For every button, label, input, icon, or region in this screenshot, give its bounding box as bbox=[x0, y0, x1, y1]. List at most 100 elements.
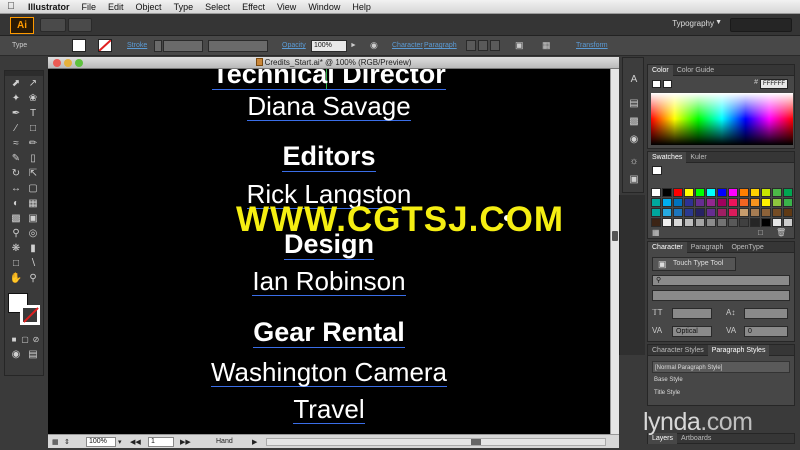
credit-name[interactable]: Diana Savage bbox=[48, 91, 610, 122]
credit-heading[interactable]: Gear Rental bbox=[48, 317, 610, 348]
menu-app-name[interactable]: Illustrator bbox=[22, 2, 76, 12]
tools-panel-grip[interactable] bbox=[5, 71, 43, 76]
artboard-canvas[interactable]: Technical Director Diana Savage Editors Ric… bbox=[48, 69, 610, 434]
color-swatch[interactable] bbox=[684, 218, 694, 227]
search-input[interactable] bbox=[730, 18, 792, 32]
swatch-library-icon[interactable]: ▦ bbox=[652, 228, 660, 237]
tab-opentype[interactable]: OpenType bbox=[727, 244, 767, 251]
color-swatch[interactable] bbox=[706, 198, 716, 207]
font-style-field[interactable] bbox=[652, 290, 790, 301]
selection-tool-icon[interactable]: ⬈ bbox=[9, 77, 23, 90]
lasso-tool-icon[interactable]: ❀ bbox=[26, 92, 40, 105]
layers-icon[interactable]: ▤ bbox=[627, 98, 641, 110]
pen-tool-icon[interactable]: ✒ bbox=[9, 107, 23, 120]
menu-view[interactable]: View bbox=[271, 2, 302, 12]
style-title[interactable]: Title Style bbox=[652, 387, 790, 399]
hand-tool-icon[interactable]: ✋ bbox=[9, 272, 23, 285]
color-swatch[interactable] bbox=[717, 198, 727, 207]
style-base[interactable]: Base Style bbox=[652, 374, 790, 386]
color-swatch[interactable] bbox=[651, 218, 661, 227]
workspace-switcher[interactable]: Typography bbox=[672, 19, 714, 28]
artboard-navigation-icon[interactable]: ▦ bbox=[52, 438, 59, 446]
color-swatch[interactable] bbox=[695, 198, 705, 207]
stroke-weight-stepper[interactable] bbox=[154, 40, 162, 52]
color-swatch[interactable] bbox=[783, 198, 793, 207]
gradient-tool-icon[interactable]: ▣ bbox=[26, 212, 40, 225]
hex-color-field[interactable]: FFFFFF bbox=[760, 79, 788, 89]
color-swatch[interactable] bbox=[684, 198, 694, 207]
color-swatch[interactable] bbox=[772, 218, 782, 227]
tab-paragraph-styles[interactable]: Paragraph Styles bbox=[707, 344, 770, 356]
stroke-weight-field[interactable] bbox=[163, 40, 203, 52]
align-right-button[interactable] bbox=[490, 40, 500, 51]
color-swatch[interactable] bbox=[706, 188, 716, 197]
tab-character[interactable]: Character bbox=[648, 241, 687, 253]
menu-object[interactable]: Object bbox=[130, 2, 168, 12]
type-tool-icon[interactable]: T bbox=[26, 107, 40, 120]
artboard-tool-icon[interactable]: □ bbox=[9, 257, 23, 270]
color-swatch[interactable] bbox=[728, 188, 738, 197]
stroke-swatch[interactable] bbox=[98, 39, 112, 52]
eyedropper-tool-icon[interactable]: ⚲ bbox=[9, 227, 23, 240]
tab-character-styles[interactable]: Character Styles bbox=[648, 347, 708, 354]
stroke-color-box[interactable] bbox=[20, 305, 40, 325]
drawing-mode-icon[interactable]: ◉ bbox=[9, 348, 23, 361]
rotate-tool-icon[interactable]: ↻ bbox=[9, 167, 23, 180]
color-swatch[interactable] bbox=[728, 208, 738, 217]
tab-kuler[interactable]: Kuler bbox=[686, 154, 710, 161]
glyphs-icon[interactable]: A bbox=[627, 74, 641, 86]
touch-type-tool-button[interactable]: ▣ Touch Type Tool bbox=[652, 257, 736, 271]
color-swatch[interactable] bbox=[651, 188, 661, 197]
transform-link[interactable]: Transform bbox=[576, 42, 608, 49]
arrange-documents-button[interactable] bbox=[68, 18, 92, 32]
horizontal-scroll-thumb[interactable] bbox=[471, 439, 481, 445]
artboards-icon[interactable]: ▣ bbox=[627, 174, 641, 186]
swatch-fill-indicator[interactable] bbox=[652, 166, 662, 175]
color-swatch[interactable] bbox=[783, 188, 793, 197]
eraser-tool-icon[interactable]: ▯ bbox=[26, 152, 40, 165]
credit-heading[interactable]: Design bbox=[48, 229, 610, 260]
tab-swatches[interactable]: Swatches bbox=[648, 151, 687, 163]
blend-tool-icon[interactable]: ◎ bbox=[26, 227, 40, 240]
credit-name[interactable]: Ian Robinson bbox=[48, 266, 610, 297]
document-titlebar[interactable]: Credits_Start.ai* @ 100% (RGB/Preview) bbox=[48, 57, 619, 69]
pencil-tool-icon[interactable]: ✏ bbox=[26, 137, 40, 150]
font-size-field[interactable] bbox=[672, 308, 712, 319]
width-tool-icon[interactable]: ↔ bbox=[9, 182, 23, 195]
color-swatch[interactable] bbox=[772, 188, 782, 197]
leading-field[interactable] bbox=[744, 308, 788, 319]
tab-paragraph[interactable]: Paragraph bbox=[687, 244, 728, 251]
color-swatch[interactable] bbox=[761, 188, 771, 197]
menu-file[interactable]: File bbox=[76, 2, 103, 12]
color-swatch[interactable] bbox=[728, 218, 738, 227]
color-swatch[interactable] bbox=[728, 198, 738, 207]
next-artboard-icon[interactable]: ▶▶ bbox=[180, 438, 191, 446]
line-tool-icon[interactable]: ∕ bbox=[9, 122, 23, 135]
stroke-link[interactable]: Stroke bbox=[127, 42, 147, 49]
paintbrush-tool-icon[interactable]: ≈ bbox=[9, 137, 23, 150]
paragraph-link[interactable]: Paragraph bbox=[424, 42, 457, 49]
color-swatch[interactable] bbox=[750, 198, 760, 207]
color-spectrum[interactable] bbox=[651, 93, 793, 145]
opacity-link[interactable]: Opacity bbox=[282, 42, 306, 49]
scroll-thumb[interactable] bbox=[612, 231, 618, 241]
zoom-level-field[interactable]: 100% bbox=[86, 437, 116, 447]
color-swatch[interactable] bbox=[684, 208, 694, 217]
color-swatch[interactable] bbox=[673, 218, 683, 227]
color-swatch[interactable] bbox=[684, 188, 694, 197]
color-swatch[interactable] bbox=[706, 218, 716, 227]
appearance-icon[interactable]: ◉ bbox=[627, 134, 641, 146]
color-none-swatch[interactable] bbox=[663, 80, 672, 88]
artboard-number-field[interactable]: 1 bbox=[148, 437, 174, 447]
menu-help[interactable]: Help bbox=[346, 2, 377, 12]
credit-name[interactable]: Rick Langston bbox=[48, 179, 610, 210]
tracking-field[interactable]: 0 bbox=[744, 326, 788, 337]
zoom-dropdown-icon[interactable]: ▾ bbox=[118, 438, 122, 446]
new-swatch-icon[interactable]: □ bbox=[758, 228, 763, 237]
expand-icon[interactable]: ⇕ bbox=[64, 438, 70, 446]
color-swatch[interactable] bbox=[662, 188, 672, 197]
vertical-scrollbar[interactable] bbox=[610, 69, 619, 434]
color-fill-swatch[interactable] bbox=[652, 80, 661, 88]
bridge-button[interactable] bbox=[40, 18, 66, 32]
color-swatch[interactable] bbox=[651, 198, 661, 207]
